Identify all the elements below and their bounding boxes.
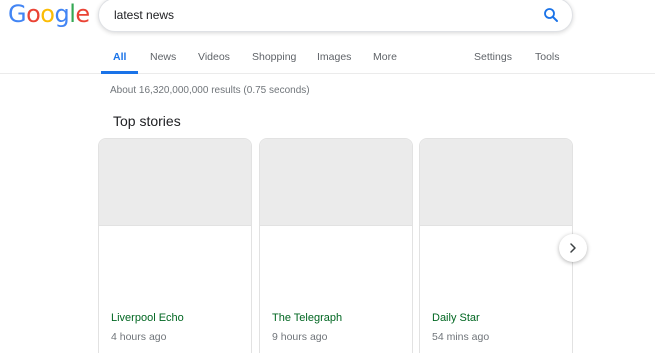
story-source: Daily Star xyxy=(432,312,480,324)
result-stats: About 16,320,000,000 results (0.75 secon… xyxy=(110,85,310,96)
search-box[interactable] xyxy=(98,0,573,32)
logo-letter: g xyxy=(54,0,70,28)
story-time: 4 hours ago xyxy=(111,331,167,343)
logo-letter: e xyxy=(75,0,90,28)
logo-letter: G xyxy=(8,0,27,28)
tab-settings[interactable]: Settings xyxy=(474,51,512,63)
logo-letter: o xyxy=(26,0,41,28)
active-tab-indicator xyxy=(101,71,138,74)
story-card[interactable]: Liverpool Echo 4 hours ago xyxy=(98,138,252,353)
google-logo[interactable]: Google xyxy=(8,0,90,28)
search-icon[interactable] xyxy=(542,6,560,24)
story-card[interactable]: The Telegraph 9 hours ago xyxy=(259,138,413,353)
story-source: Liverpool Echo xyxy=(111,312,184,324)
tab-all[interactable]: All xyxy=(113,51,126,63)
tab-images[interactable]: Images xyxy=(317,51,351,63)
tab-more[interactable]: More xyxy=(373,51,397,63)
search-tabs: All News Videos Shopping Images More Set… xyxy=(0,44,655,74)
tab-shopping[interactable]: Shopping xyxy=(252,51,296,63)
tab-news[interactable]: News xyxy=(150,51,176,63)
story-time: 9 hours ago xyxy=(272,331,328,343)
story-card[interactable]: Daily Star 54 mins ago xyxy=(419,138,573,353)
tab-tools[interactable]: Tools xyxy=(535,51,560,63)
logo-letter: o xyxy=(40,0,55,28)
chevron-right-icon xyxy=(570,243,576,253)
story-thumbnail xyxy=(420,139,572,226)
top-stories-heading: Top stories xyxy=(113,113,181,129)
story-thumbnail xyxy=(99,139,251,226)
search-results-page: Google All News Videos Shopping Images M… xyxy=(0,0,655,353)
carousel-next-button[interactable] xyxy=(559,234,587,262)
story-thumbnail xyxy=(260,139,412,226)
search-input[interactable] xyxy=(114,5,514,25)
tab-videos[interactable]: Videos xyxy=(198,51,230,63)
story-source: The Telegraph xyxy=(272,312,343,324)
story-time: 54 mins ago xyxy=(432,331,490,343)
